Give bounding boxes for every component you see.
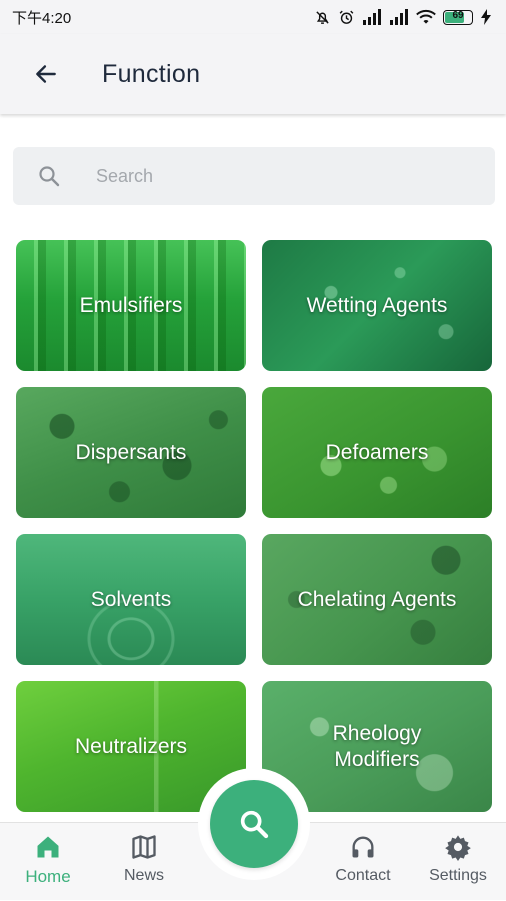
category-tile-solvents[interactable]: Solvents (16, 534, 246, 665)
charging-icon (481, 9, 491, 25)
nav-label: Contact (335, 867, 391, 884)
back-button[interactable] (26, 54, 66, 94)
nav-label: News (123, 867, 164, 884)
tile-label: Wetting Agents (306, 293, 448, 317)
tile-label: Dispersants (75, 440, 187, 464)
mute-bell-icon (316, 10, 329, 24)
category-tile-wetting-agents[interactable]: Wetting Agents (262, 240, 492, 371)
nav-item-news[interactable]: News (99, 823, 189, 901)
nav-label: Settings (429, 867, 487, 884)
tile-label: Emulsifiers (79, 293, 183, 317)
search-icon (39, 166, 60, 187)
wifi-icon (416, 9, 436, 24)
battery-level: 69 (452, 9, 464, 21)
nav-label: Home (25, 867, 71, 886)
category-tile-defoamers[interactable]: Defoamers (262, 387, 492, 518)
battery-icon: 69 (443, 9, 473, 25)
status-bar: 下午4:20 69 (0, 0, 506, 34)
tile-label: Solvents (90, 587, 172, 611)
tile-label: Defoamers (325, 440, 429, 464)
signal-icon (363, 9, 381, 25)
status-time: 下午4:20 (12, 9, 72, 27)
search-input[interactable] (94, 164, 454, 188)
headphones-icon (352, 836, 374, 858)
search-fab-button[interactable] (210, 780, 298, 868)
app-bar: Function (0, 34, 506, 114)
nav-item-settings[interactable]: Settings (413, 823, 503, 901)
map-icon (132, 835, 156, 859)
category-tile-dispersants[interactable]: Dispersants (16, 387, 246, 518)
category-tile-emulsifiers[interactable]: Emulsifiers (16, 240, 246, 371)
alarm-icon (339, 10, 354, 24)
nav-item-contact[interactable]: Contact (318, 823, 408, 901)
signal-2-icon (390, 9, 408, 25)
search-icon (240, 810, 269, 839)
tile-label: Chelating Agents (297, 587, 457, 611)
gear-icon (445, 835, 471, 861)
page-title: Function (102, 59, 201, 88)
arrow-back-icon (36, 65, 56, 83)
search-bar[interactable] (13, 147, 495, 205)
home-icon (37, 836, 59, 858)
status-icons: 69 (314, 9, 492, 26)
category-tile-chelating-agents[interactable]: Chelating Agents (262, 534, 492, 665)
nav-item-home[interactable]: Home (3, 823, 93, 901)
